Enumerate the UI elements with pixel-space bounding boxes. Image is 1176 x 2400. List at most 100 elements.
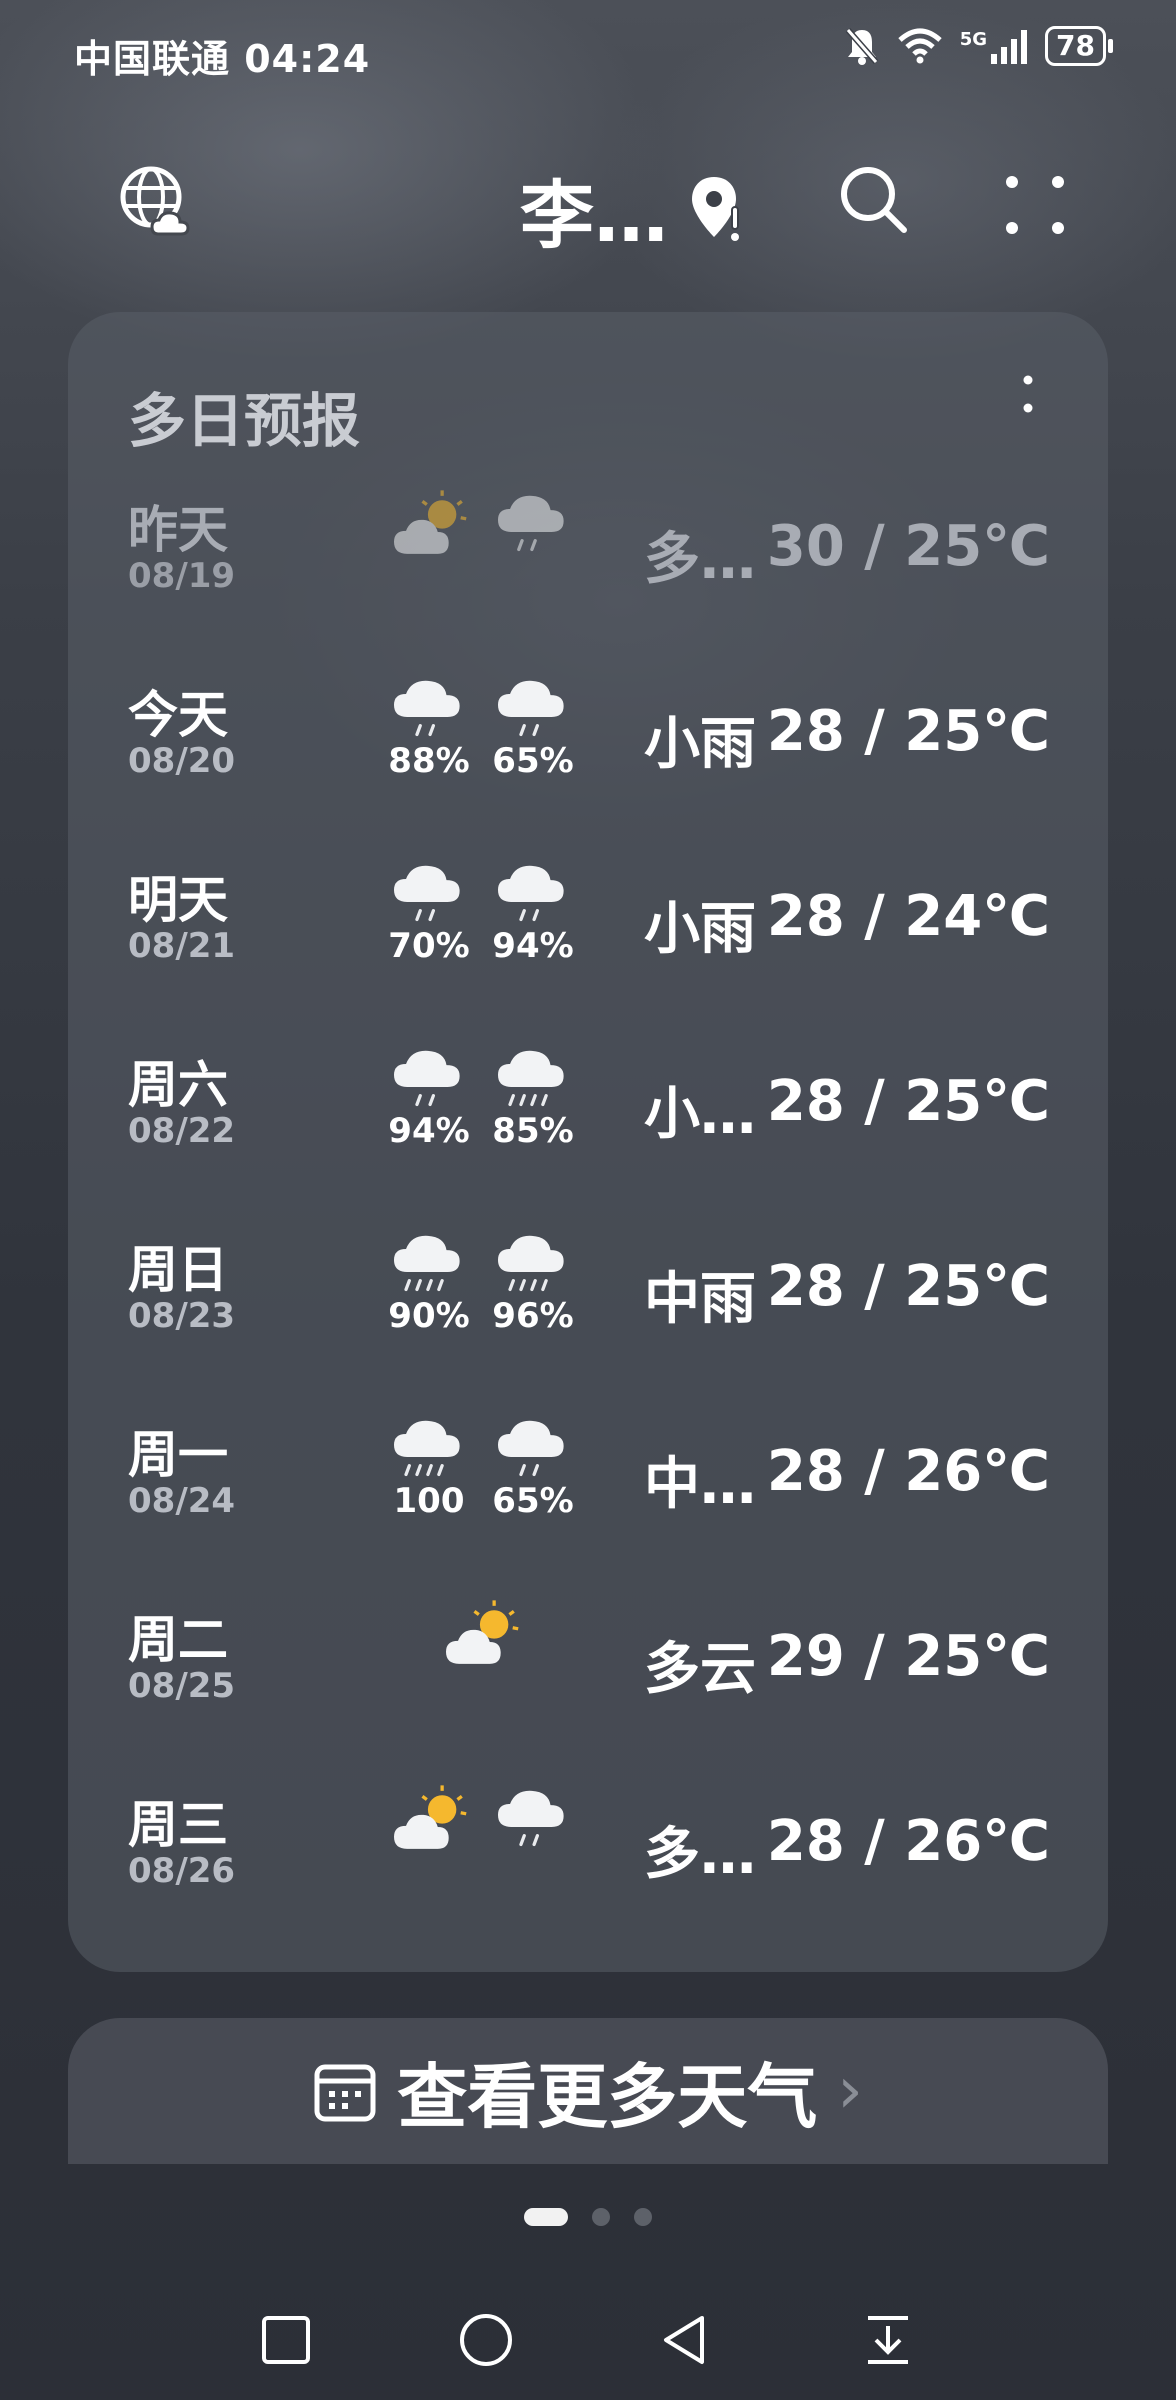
forecast-day-label: 周六 [128, 1056, 228, 1114]
precipitation-probability: 65% [492, 741, 574, 781]
forecast-date: 08/24 [128, 1481, 236, 1521]
forecast-icon-block: 65% [488, 1411, 578, 1521]
city-selector[interactable]: 李… [520, 156, 746, 263]
light-rain-icon [498, 865, 564, 922]
moderate-rain-icon [394, 1235, 460, 1292]
bell-muted-icon [845, 28, 878, 65]
precipitation-probability: 94% [492, 926, 574, 966]
forecast-row[interactable]: 周六 08/22 94% 85% 小… 28 / 25℃ [68, 1017, 1108, 1202]
light-rain-icon [498, 1790, 564, 1847]
forecast-row[interactable]: 周日 08/23 90% 96% 中雨 28 / 25℃ [68, 1202, 1108, 1387]
temperature-range: 28 / 25℃ [766, 1069, 1050, 1134]
forecast-day-label: 昨天 [128, 501, 228, 559]
forecast-icon-block [436, 1596, 526, 1666]
back-triangle-icon[interactable] [656, 2310, 716, 2370]
light-rain-icon [498, 1420, 564, 1477]
carrier-time: 中国联通 04:24 [74, 37, 371, 81]
search-icon[interactable] [838, 164, 910, 236]
city-name: 李… [520, 173, 668, 259]
page-dot-3[interactable] [634, 2208, 652, 2226]
status-icons: 5G 78 [844, 26, 1113, 66]
forecast-date: 08/25 [128, 1666, 236, 1706]
precipitation-probability: 94% [388, 1111, 470, 1151]
notification-pull-down-icon[interactable] [858, 2310, 918, 2370]
page-dot-1[interactable] [524, 2208, 568, 2226]
forecast-date: 08/22 [128, 1111, 236, 1151]
forecast-day-label: 周日 [128, 1241, 228, 1299]
status-bar: 中国联通 04:24 5G 78 [0, 0, 1176, 100]
rain-cloud-icon [498, 495, 564, 552]
partly-cloudy-icon [446, 1600, 519, 1664]
partly-cloudy-icon [394, 490, 467, 554]
forecast-day-label: 周二 [128, 1611, 228, 1669]
weather-description: 小雨 [644, 712, 756, 777]
temperature-range: 28 / 25℃ [766, 1254, 1050, 1319]
forecast-icon-block: 94% [488, 856, 578, 966]
precipitation-probability: 65% [492, 1481, 574, 1521]
light-rain-icon [394, 1050, 460, 1107]
forecast-rows: 昨天 08/19 多… 30 / 25℃ 今天 08/20 88% 65% 小雨 28 / 25℃… [68, 462, 1108, 1942]
recent-apps-icon[interactable] [256, 2310, 316, 2370]
forecast-row[interactable]: 明天 08/21 70% 94% 小雨 28 / 24℃ [68, 832, 1108, 1017]
light-rain-icon [498, 680, 564, 737]
moderate-rain-icon [498, 1235, 564, 1292]
temperature-range: 28 / 25℃ [766, 699, 1050, 764]
forecast-day-label: 今天 [128, 686, 228, 744]
forecast-row[interactable]: 周一 08/24 100 65% 中… 28 / 26℃ [68, 1387, 1108, 1572]
moderate-rain-icon [498, 1050, 564, 1107]
forecast-date: 08/21 [128, 926, 236, 966]
forecast-date: 08/19 [128, 556, 236, 596]
weather-description: 中… [644, 1452, 756, 1517]
view-more-label: 查看更多天气 [397, 2055, 818, 2138]
forecast-title: 多日预报 [128, 387, 361, 455]
weather-description: 小雨 [644, 897, 756, 962]
weather-description: 多… [644, 1822, 756, 1887]
battery-indicator: 78 [1045, 26, 1113, 66]
precipitation-probability: 96% [492, 1296, 574, 1336]
chevron-right-icon: › [837, 2054, 863, 2128]
forecast-icon-block: 100 [384, 1411, 474, 1521]
forecast-date: 08/26 [128, 1851, 236, 1891]
forecast-icon-block [488, 1781, 578, 1851]
home-circle-icon[interactable] [456, 2310, 516, 2370]
forecast-icon-block: 70% [384, 856, 474, 966]
precipitation-probability: 88% [388, 741, 470, 781]
view-more-weather-button[interactable]: 查看更多天气 › [68, 2018, 1108, 2164]
calendar-icon [314, 2064, 376, 2122]
forecast-row[interactable]: 今天 08/20 88% 65% 小雨 28 / 25℃ [68, 647, 1108, 832]
weather-description: 多… [644, 527, 756, 592]
page-indicator [0, 2208, 1176, 2226]
forecast-icon-block [384, 1781, 474, 1851]
network-type: 5G [959, 28, 988, 50]
forecast-icon-block: 88% [384, 671, 474, 781]
temperature-range: 29 / 25℃ [766, 1624, 1050, 1689]
forecast-date: 08/23 [128, 1296, 236, 1336]
precipitation-probability: 70% [388, 926, 470, 966]
light-rain-icon [394, 680, 460, 737]
forecast-row[interactable]: 昨天 08/19 多… 30 / 25℃ [68, 462, 1108, 647]
globe-cloud-icon[interactable] [118, 164, 192, 238]
forecast-icon-block: 65% [488, 671, 578, 781]
card-menu-icon[interactable] [1018, 372, 1038, 422]
wifi-icon [898, 28, 942, 64]
location-pin-icon [692, 176, 739, 241]
temperature-range: 30 / 25℃ [766, 514, 1050, 579]
temperature-range: 28 / 24℃ [766, 884, 1050, 949]
moderate-rain-icon [394, 1420, 460, 1477]
partly-cloudy-icon [394, 1785, 467, 1849]
forecast-day-label: 周三 [128, 1796, 228, 1854]
grid-menu-icon[interactable] [1000, 170, 1070, 240]
forecast-row[interactable]: 周三 08/26 多… 28 / 26℃ [68, 1757, 1108, 1942]
multi-day-forecast-card: 多日预报 昨天 08/19 多… 30 / 25℃ 今天 08/20 88% 65% 小雨 28 … [68, 312, 1108, 1972]
forecast-icon-block: 90% [384, 1226, 474, 1336]
weather-description: 中雨 [644, 1267, 756, 1332]
forecast-date: 08/20 [128, 741, 236, 781]
forecast-icon-block [384, 486, 474, 556]
page-dot-2[interactable] [592, 2208, 610, 2226]
temperature-range: 28 / 26℃ [766, 1809, 1050, 1874]
signal-icon: 5G [959, 28, 1028, 64]
weather-description: 小… [644, 1082, 756, 1147]
forecast-icon-block: 85% [488, 1041, 578, 1151]
forecast-row[interactable]: 周二 08/25 多云 29 / 25℃ [68, 1572, 1108, 1757]
forecast-day-label: 周一 [128, 1426, 228, 1484]
